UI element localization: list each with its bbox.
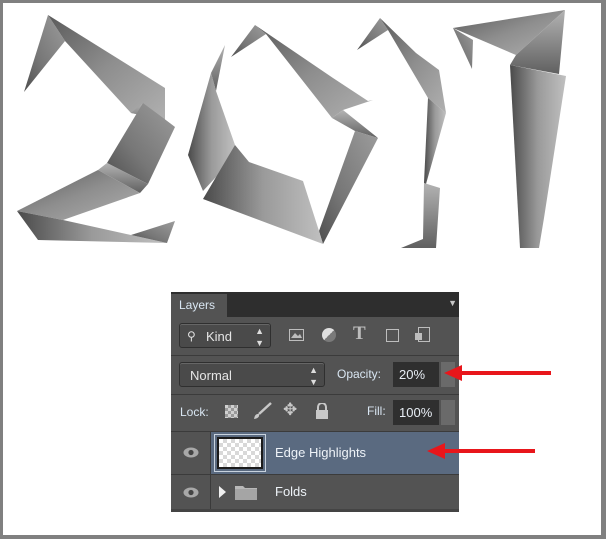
layer-folds-group[interactable]: Folds bbox=[171, 475, 459, 509]
layer-thumbnail bbox=[217, 437, 263, 469]
fill-label: Fill: bbox=[367, 404, 386, 418]
type-filter-icon[interactable]: T bbox=[353, 323, 366, 345]
canvas: Layers ▼ ⚲ Kind ▲ ▼ T Normal ▲ ▼ Opacity… bbox=[3, 3, 601, 535]
lock-image-pixels-icon[interactable] bbox=[251, 401, 273, 426]
tab-layers[interactable]: Layers bbox=[171, 294, 227, 317]
lock-transparent-pixels-icon[interactable] bbox=[225, 405, 238, 418]
filter-row: ⚲ Kind ▲ ▼ T bbox=[171, 317, 459, 355]
expand-arrow-icon[interactable] bbox=[219, 486, 226, 498]
layer-name[interactable]: Edge Highlights bbox=[275, 445, 366, 460]
filter-kind-dropdown[interactable]: ⚲ Kind ▲ ▼ bbox=[179, 323, 271, 348]
chevron-updown-icon: ▲ ▼ bbox=[309, 365, 318, 387]
panel-menu-icon[interactable]: ▼ bbox=[448, 298, 457, 308]
blend-mode-value: Normal bbox=[190, 368, 232, 383]
fill-slider-button[interactable] bbox=[441, 400, 455, 425]
eye-icon bbox=[183, 447, 199, 458]
lock-row: Lock: ✥ Fill: 100% bbox=[171, 395, 459, 431]
folder-icon bbox=[235, 484, 257, 505]
digit-2 bbox=[17, 15, 175, 243]
filter-kind-label: Kind bbox=[206, 329, 233, 344]
panel-tab-bar: Layers ▼ bbox=[171, 292, 459, 317]
image-filter-icon[interactable] bbox=[289, 329, 304, 341]
adjustment-filter-icon[interactable] bbox=[322, 328, 336, 342]
smart-object-filter-icon[interactable] bbox=[415, 327, 430, 342]
artwork-2017 bbox=[17, 10, 566, 248]
layers-panel: Layers ▼ ⚲ Kind ▲ ▼ T Normal ▲ ▼ Opacity… bbox=[171, 292, 459, 512]
digit-0 bbox=[188, 25, 378, 244]
lock-all-icon[interactable] bbox=[315, 402, 329, 424]
eye-icon bbox=[183, 487, 199, 498]
opacity-label: Opacity: bbox=[337, 367, 382, 381]
visibility-toggle[interactable] bbox=[171, 432, 211, 474]
opacity-field[interactable]: 20% bbox=[393, 362, 439, 387]
blend-row: Normal ▲ ▼ Opacity: 20% bbox=[171, 356, 459, 394]
fill-field[interactable]: 100% bbox=[393, 400, 439, 425]
lock-label: Lock: bbox=[180, 405, 209, 419]
blend-mode-dropdown[interactable]: Normal ▲ ▼ bbox=[179, 362, 325, 387]
digit-7 bbox=[453, 10, 566, 248]
chevron-updown-icon: ▲ ▼ bbox=[255, 326, 264, 348]
visibility-toggle[interactable] bbox=[171, 475, 211, 509]
layer-edge-highlights[interactable]: Edge Highlights bbox=[171, 432, 459, 474]
search-icon: ⚲ bbox=[187, 329, 196, 343]
lock-position-icon[interactable]: ✥ bbox=[283, 400, 297, 420]
layer-name[interactable]: Folds bbox=[275, 484, 307, 499]
shape-filter-icon[interactable] bbox=[386, 329, 399, 342]
